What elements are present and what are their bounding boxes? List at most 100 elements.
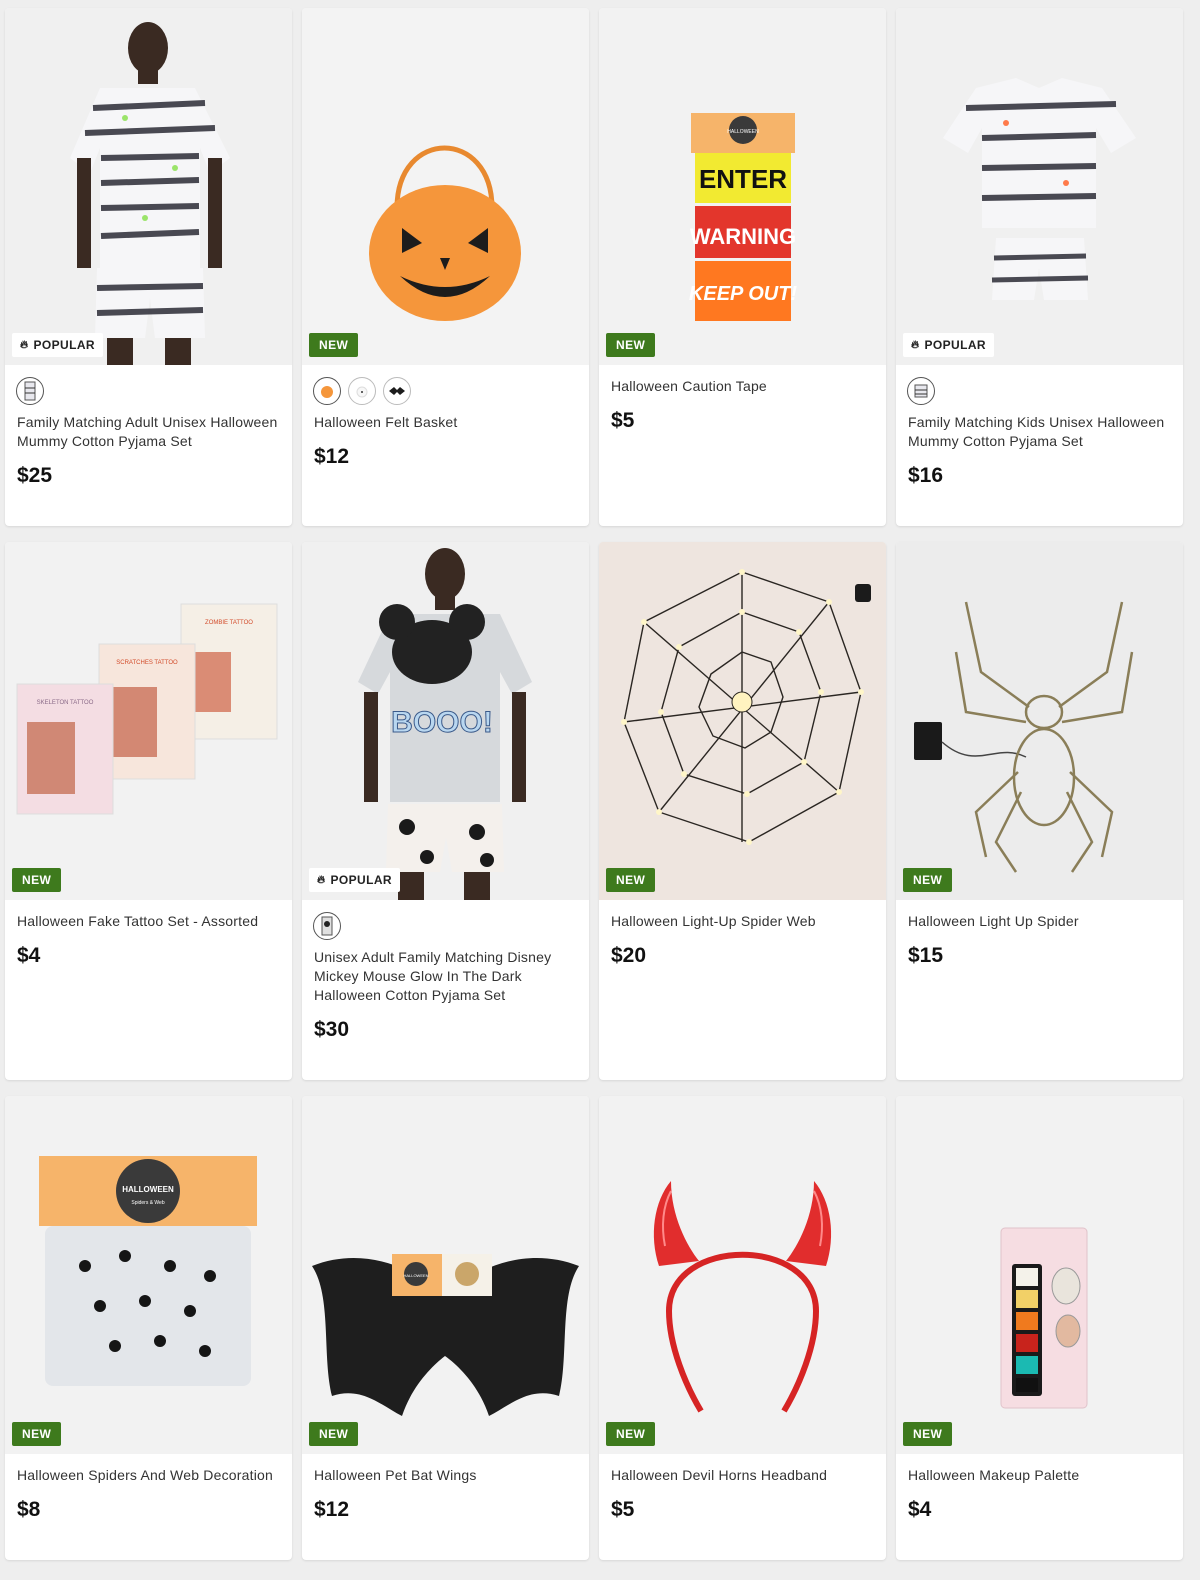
- popular-badge: 🔥︎ POPULAR: [309, 868, 400, 892]
- badge-label: NEW: [913, 873, 943, 887]
- tape-keep-out-text: KEEP OUT!: [689, 283, 797, 305]
- new-badge: NEW: [606, 868, 656, 892]
- product-price: $8: [17, 1498, 41, 1521]
- product-image-caution-tape[interactable]: HALLOWEEN ENTER WARNING KEEP OUT!: [599, 8, 886, 365]
- badge-label: NEW: [22, 873, 52, 887]
- badge-label: NEW: [319, 1427, 349, 1441]
- swatch-bat[interactable]: [383, 377, 411, 405]
- new-badge: NEW: [903, 1422, 953, 1446]
- product-image-mummy-pyjama-adult[interactable]: [5, 8, 292, 365]
- caution-tape-illustration: HALLOWEEN ENTER WARNING KEEP OUT!: [599, 8, 886, 365]
- tattoo-packs-illustration: ZOMBIE TATTOO SCRATCHES TATTOO SKELETON …: [5, 542, 292, 900]
- man-mickey-pyjama-illustration: BOOO!: [302, 542, 589, 900]
- product-price: $4: [908, 1498, 932, 1521]
- product-price: $5: [611, 409, 635, 432]
- product-image-devil-horns[interactable]: [599, 1096, 886, 1454]
- zombie-tattoo-label: ZOMBIE TATTOO: [205, 620, 253, 626]
- light-spider-illustration: [896, 542, 1183, 900]
- product-title[interactable]: Halloween Felt Basket: [314, 413, 579, 432]
- badge-label: NEW: [616, 1427, 646, 1441]
- light-spider-web-illustration: [599, 542, 886, 900]
- product-title[interactable]: Halloween Light Up Spider: [908, 912, 1173, 931]
- color-swatches: [16, 377, 44, 405]
- new-badge: NEW: [606, 1422, 656, 1446]
- product-card[interactable]: HALLOWEEN NEW Halloween Pet Bat Wings $1…: [302, 1096, 589, 1560]
- spiders-brand-text: HALLOWEEN: [122, 1185, 174, 1194]
- new-badge: NEW: [903, 868, 953, 892]
- new-badge: NEW: [12, 1422, 62, 1446]
- tape-brand-text: HALLOWEEN: [727, 129, 759, 135]
- product-price: $5: [611, 1498, 635, 1521]
- product-card[interactable]: 🔥︎ POPULAR Family Matching Kids Unisex H…: [896, 8, 1183, 526]
- product-image-spider-web-lights[interactable]: [599, 542, 886, 900]
- product-image-light-up-spider[interactable]: [896, 542, 1183, 900]
- product-image-bat-wings[interactable]: HALLOWEEN: [302, 1096, 589, 1454]
- product-title[interactable]: Halloween Fake Tattoo Set - Assorted: [17, 912, 282, 931]
- product-price: $16: [908, 464, 944, 487]
- product-card[interactable]: HALLOWEEN Spiders & Web NEW Halloween Sp…: [5, 1096, 292, 1560]
- product-price: $15: [908, 944, 944, 967]
- flame-icon: 🔥︎: [911, 338, 920, 351]
- badge-label: NEW: [616, 338, 646, 352]
- badge-label: NEW: [22, 1427, 52, 1441]
- product-price: $30: [314, 1018, 350, 1041]
- product-title[interactable]: Halloween Caution Tape: [611, 377, 876, 396]
- product-title[interactable]: Halloween Pet Bat Wings: [314, 1466, 579, 1485]
- product-card[interactable]: 🔥︎ POPULAR Family Matching Adult Unisex …: [5, 8, 292, 526]
- skeleton-tattoo-label: SKELETON TATTOO: [37, 700, 94, 706]
- product-image-tattoo-set[interactable]: ZOMBIE TATTOO SCRATCHES TATTOO SKELETON …: [5, 542, 292, 900]
- devil-horns-illustration: [599, 1096, 886, 1454]
- product-price: $20: [611, 944, 647, 967]
- product-grid: 🔥︎ POPULAR Family Matching Adult Unisex …: [0, 0, 1200, 1580]
- spiders-web-pack-illustration: HALLOWEEN Spiders & Web: [5, 1096, 292, 1454]
- product-price: $12: [314, 1498, 350, 1521]
- product-card[interactable]: ZOMBIE TATTOO SCRATCHES TATTOO SKELETON …: [5, 542, 292, 1080]
- product-title[interactable]: Halloween Makeup Palette: [908, 1466, 1173, 1485]
- man-mummy-pyjama-illustration: [5, 8, 292, 365]
- flame-icon: 🔥︎: [317, 873, 326, 886]
- product-image-spiders-web[interactable]: HALLOWEEN Spiders & Web: [5, 1096, 292, 1454]
- badge-label: POPULAR: [33, 338, 95, 352]
- product-price: $25: [17, 464, 53, 487]
- product-title[interactable]: Family Matching Kids Unisex Halloween Mu…: [908, 413, 1173, 451]
- kids-mummy-pyjama-illustration: [896, 8, 1183, 365]
- product-card[interactable]: BOOO! 🔥︎ POPULAR Unisex Adult Family Mat…: [302, 542, 589, 1080]
- badge-label: POPULAR: [924, 338, 986, 352]
- product-image-mickey-pyjama[interactable]: BOOO!: [302, 542, 589, 900]
- color-swatches: [313, 912, 341, 940]
- product-image-mummy-pyjama-kids[interactable]: [896, 8, 1183, 365]
- product-card[interactable]: HALLOWEEN ENTER WARNING KEEP OUT! NEW Ha…: [599, 8, 886, 526]
- popular-badge: 🔥︎ POPULAR: [903, 333, 994, 357]
- new-badge: NEW: [309, 1422, 359, 1446]
- product-card[interactable]: NEW Halloween Felt Basket $12: [302, 8, 589, 526]
- product-image-makeup-palette[interactable]: [896, 1096, 1183, 1454]
- flame-icon: 🔥︎: [20, 338, 29, 351]
- tape-enter-text: ENTER: [699, 164, 787, 194]
- booo-shirt-text: BOOO!: [391, 706, 493, 739]
- badge-label: NEW: [319, 338, 349, 352]
- product-price: $12: [314, 445, 350, 468]
- product-title[interactable]: Family Matching Adult Unisex Halloween M…: [17, 413, 282, 451]
- swatch-pumpkin[interactable]: [313, 377, 341, 405]
- bat-wings-tag-text: HALLOWEEN: [403, 1273, 428, 1278]
- swatch-ghost[interactable]: [348, 377, 376, 405]
- product-card[interactable]: NEW Halloween Makeup Palette $4: [896, 1096, 1183, 1560]
- new-badge: NEW: [12, 868, 62, 892]
- badge-label: POPULAR: [330, 873, 392, 887]
- product-card[interactable]: NEW Halloween Devil Horns Headband $5: [599, 1096, 886, 1560]
- product-price: $4: [17, 944, 41, 967]
- spiders-pack-subtext: Spiders & Web: [131, 1200, 164, 1206]
- swatch-mummy-print[interactable]: [16, 377, 44, 405]
- product-title[interactable]: Halloween Spiders And Web Decoration: [17, 1466, 282, 1485]
- bat-wings-illustration: HALLOWEEN: [302, 1096, 589, 1454]
- product-image-felt-basket[interactable]: [302, 8, 589, 365]
- badge-label: NEW: [616, 873, 646, 887]
- product-title[interactable]: Unisex Adult Family Matching Disney Mick…: [314, 948, 579, 1005]
- swatch-mickey-print[interactable]: [313, 912, 341, 940]
- swatch-mummy-print[interactable]: [907, 377, 935, 405]
- product-title[interactable]: Halloween Light-Up Spider Web: [611, 912, 876, 931]
- popular-badge: 🔥︎ POPULAR: [12, 333, 103, 357]
- product-card[interactable]: NEW Halloween Light Up Spider $15: [896, 542, 1183, 1080]
- product-title[interactable]: Halloween Devil Horns Headband: [611, 1466, 876, 1485]
- product-card[interactable]: NEW Halloween Light-Up Spider Web $20: [599, 542, 886, 1080]
